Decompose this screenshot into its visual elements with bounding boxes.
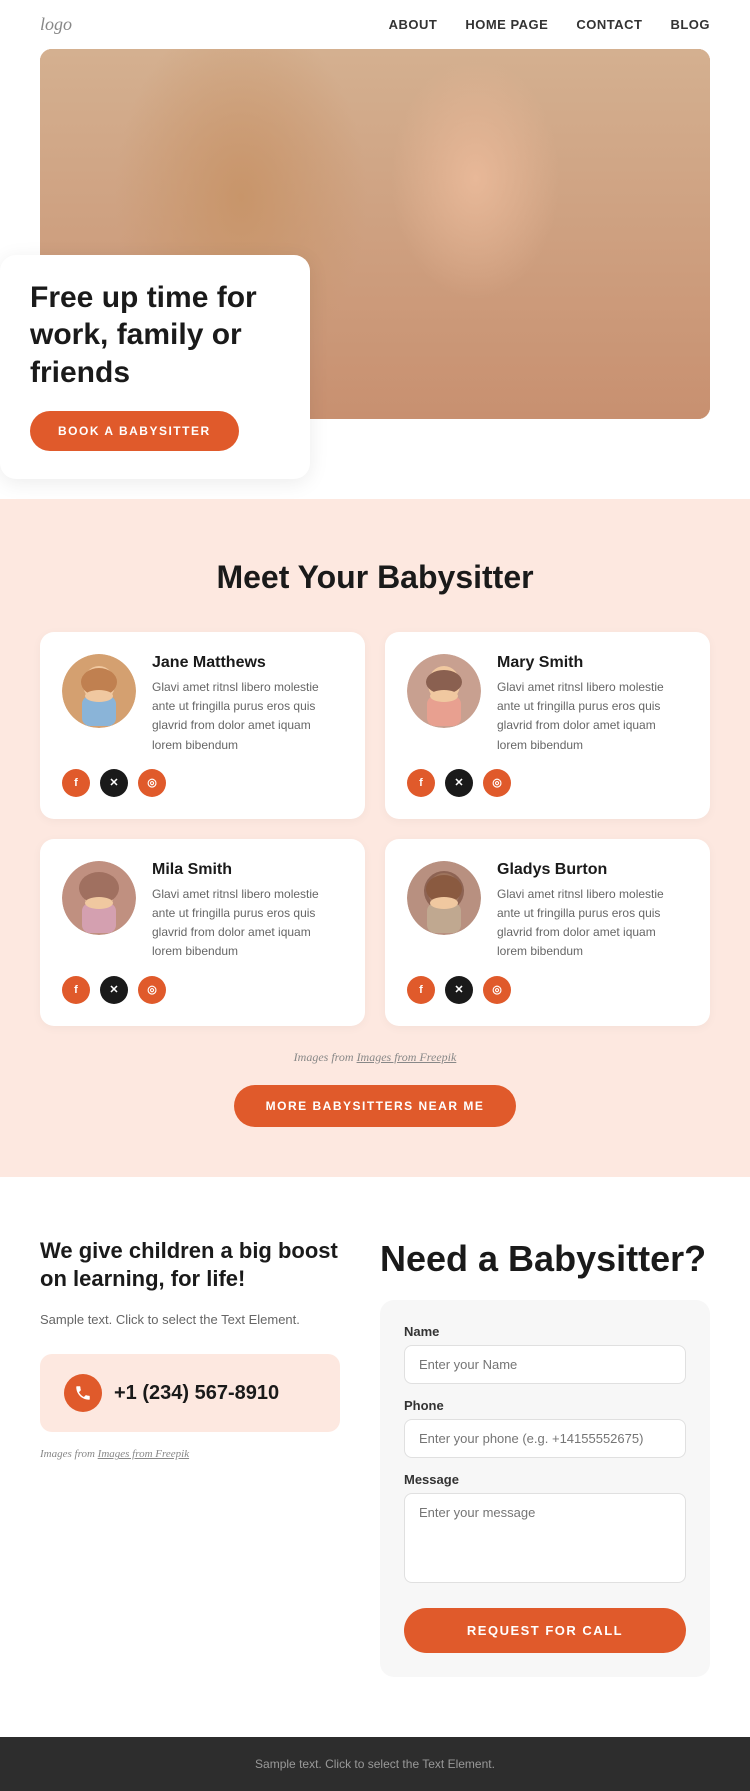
phone-card: +1 (234) 567-8910 [40,1354,340,1432]
phone-number: +1 (234) 567-8910 [114,1382,279,1405]
more-babysitters-button[interactable]: MORE BABYSITTERS NEAR ME [234,1085,517,1127]
sitter-card-4: Gladys Burton Glavi amet ritnsl libero m… [385,839,710,1026]
phone-icon [64,1374,102,1412]
contact-left-title: We give children a big boost on learning… [40,1237,340,1294]
instagram-icon-2[interactable]: ◎ [483,769,511,797]
sitter-avatar-4 [407,861,481,935]
instagram-icon-1[interactable]: ◎ [138,769,166,797]
phone-label: Phone [404,1398,686,1413]
name-group: Name [404,1324,686,1384]
contact-section: We give children a big boost on learning… [0,1177,750,1737]
sitter-top-2: Mary Smith Glavi amet ritnsl libero mole… [407,654,688,755]
freepik-note-contact: Images from Images from Freepik [40,1448,340,1460]
nav-links: ABOUT HOME PAGE CONTACT BLOG [389,17,710,32]
contact-right: Need a Babysitter? Name Phone Message RE… [380,1237,710,1677]
phone-input[interactable] [404,1419,686,1458]
form-title: Need a Babysitter? [380,1237,710,1280]
hero-card: Free up time for work, family or friends… [0,255,310,480]
sitter-desc-2: Glavi amet ritnsl libero molestie ante u… [497,678,688,755]
twitter-icon-1[interactable]: ✕ [100,769,128,797]
sitter-name-2: Mary Smith [497,654,688,672]
nav-blog[interactable]: BLOG [670,17,710,32]
footer: Sample text. Click to select the Text El… [0,1737,750,1791]
sitter-socials-3: f ✕ ◎ [62,976,343,1004]
sitter-avatar-2 [407,654,481,728]
sitter-top-4: Gladys Burton Glavi amet ritnsl libero m… [407,861,688,962]
freepik-note-meet: Images from Images from Freepik [40,1050,710,1065]
sitter-info-1: Jane Matthews Glavi amet ritnsl libero m… [152,654,343,755]
sitter-avatar-3 [62,861,136,935]
twitter-icon-3[interactable]: ✕ [100,976,128,1004]
hero-title: Free up time for work, family or friends [30,279,280,392]
name-input[interactable] [404,1345,686,1384]
sitter-socials-2: f ✕ ◎ [407,769,688,797]
sitter-socials-4: f ✕ ◎ [407,976,688,1004]
instagram-icon-4[interactable]: ◎ [483,976,511,1004]
phone-group: Phone [404,1398,686,1458]
facebook-icon-3[interactable]: f [62,976,90,1004]
twitter-icon-4[interactable]: ✕ [445,976,473,1004]
instagram-icon-3[interactable]: ◎ [138,976,166,1004]
contact-left: We give children a big boost on learning… [40,1237,340,1461]
navbar: logo ABOUT HOME PAGE CONTACT BLOG [0,0,750,49]
hero-section: Free up time for work, family or friends… [0,49,750,459]
message-label: Message [404,1472,686,1487]
sitter-card-1: Jane Matthews Glavi amet ritnsl libero m… [40,632,365,819]
nav-homepage[interactable]: HOME PAGE [465,17,548,32]
sitter-desc-1: Glavi amet ritnsl libero molestie ante u… [152,678,343,755]
message-input[interactable] [404,1493,686,1583]
sitter-socials-1: f ✕ ◎ [62,769,343,797]
name-label: Name [404,1324,686,1339]
sitter-top-1: Jane Matthews Glavi amet ritnsl libero m… [62,654,343,755]
sitter-card-2: Mary Smith Glavi amet ritnsl libero mole… [385,632,710,819]
sitter-name-1: Jane Matthews [152,654,343,672]
sitter-name-4: Gladys Burton [497,861,688,879]
logo: logo [40,14,72,35]
sitter-avatar-1 [62,654,136,728]
contact-left-desc: Sample text. Click to select the Text El… [40,1310,340,1331]
request-call-button[interactable]: REQUEST FOR CALL [404,1608,686,1653]
sitter-name-3: Mila Smith [152,861,343,879]
sitter-desc-3: Glavi amet ritnsl libero molestie ante u… [152,885,343,962]
sitter-info-2: Mary Smith Glavi amet ritnsl libero mole… [497,654,688,755]
meet-title: Meet Your Babysitter [40,559,710,596]
meet-section: Meet Your Babysitter Jane Matthews Glavi… [0,499,750,1177]
facebook-icon-2[interactable]: f [407,769,435,797]
sitter-top-3: Mila Smith Glavi amet ritnsl libero mole… [62,861,343,962]
sitter-info-3: Mila Smith Glavi amet ritnsl libero mole… [152,861,343,962]
facebook-icon-4[interactable]: f [407,976,435,1004]
sitter-desc-4: Glavi amet ritnsl libero molestie ante u… [497,885,688,962]
sitters-grid: Jane Matthews Glavi amet ritnsl libero m… [40,632,710,1026]
contact-form: Name Phone Message REQUEST FOR CALL [380,1300,710,1677]
sitter-card-3: Mila Smith Glavi amet ritnsl libero mole… [40,839,365,1026]
facebook-icon-1[interactable]: f [62,769,90,797]
footer-text: Sample text. Click to select the Text El… [40,1757,710,1771]
sitter-info-4: Gladys Burton Glavi amet ritnsl libero m… [497,861,688,962]
contact-grid: We give children a big boost on learning… [40,1237,710,1677]
book-babysitter-button[interactable]: BOOK A BABYSITTER [30,411,239,451]
message-group: Message [404,1472,686,1588]
twitter-icon-2[interactable]: ✕ [445,769,473,797]
nav-about[interactable]: ABOUT [389,17,438,32]
nav-contact[interactable]: CONTACT [576,17,642,32]
